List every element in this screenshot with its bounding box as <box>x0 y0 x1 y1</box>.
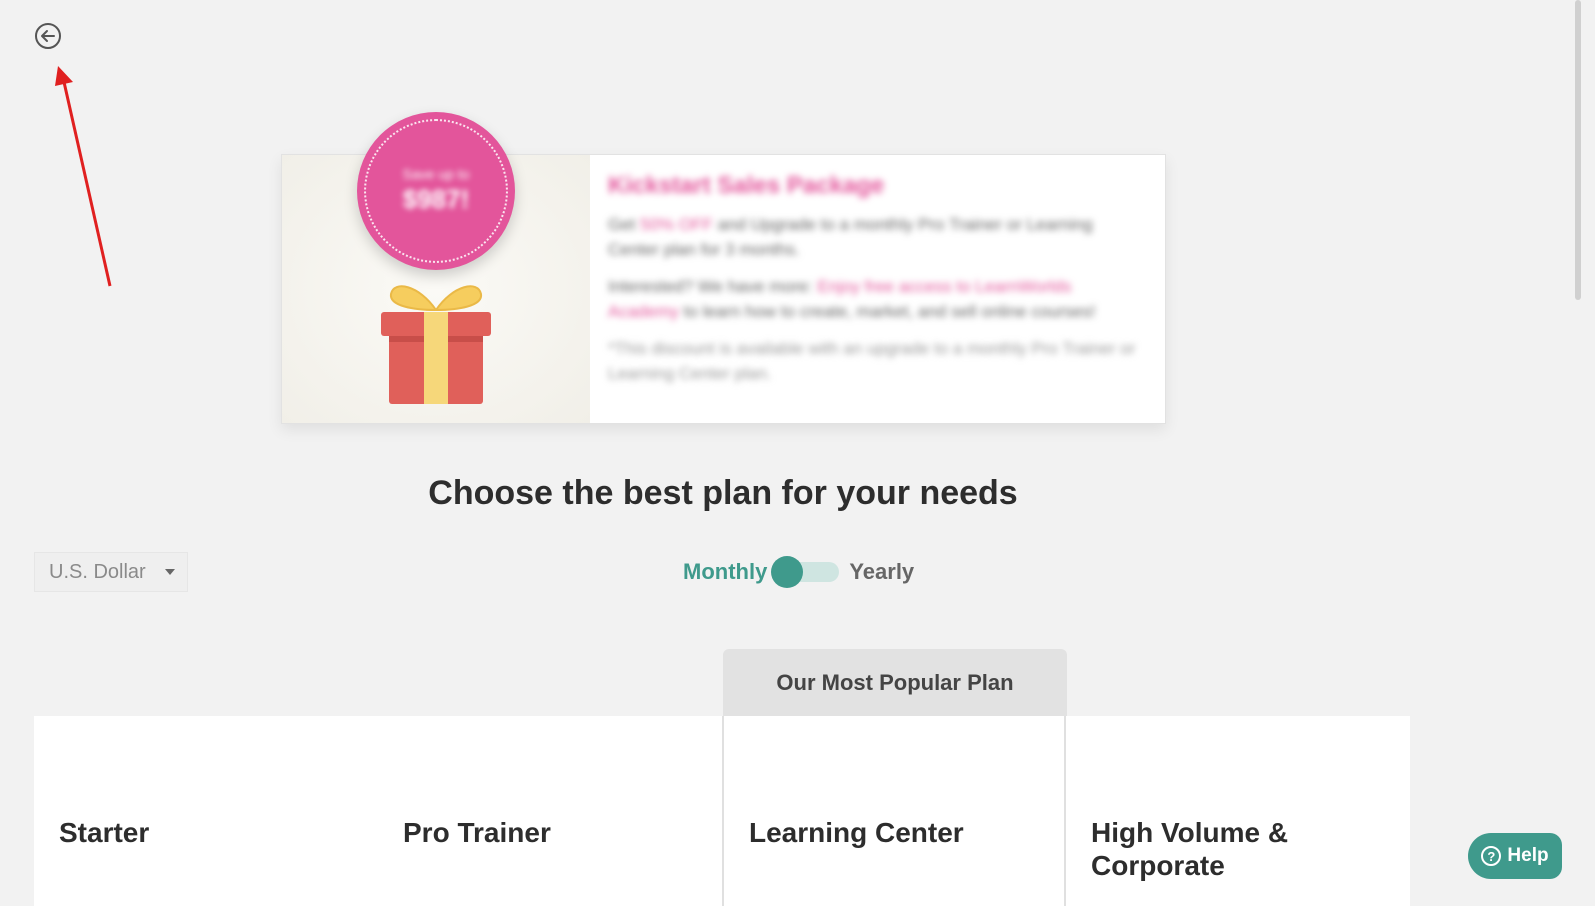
promo-badge: Save up to $987! <box>357 112 515 270</box>
billing-switch[interactable] <box>771 556 840 588</box>
billing-period-toggle: Monthly Yearly <box>683 556 914 588</box>
plan-name: Starter <box>59 817 150 848</box>
monthly-label[interactable]: Monthly <box>683 559 767 585</box>
promo-content: Kickstart Sales Package Get 50% OFF and … <box>590 155 1165 423</box>
plan-card-starter: Starter <box>34 716 378 906</box>
plan-card-learning-center: Learning Center <box>722 716 1066 906</box>
currency-select[interactable]: U.S. Dollar <box>34 552 188 592</box>
promo-title: Kickstart Sales Package <box>608 172 885 199</box>
yearly-label[interactable]: Yearly <box>849 559 914 585</box>
back-button[interactable] <box>34 22 62 50</box>
popular-plan-tab: Our Most Popular Plan <box>723 649 1067 717</box>
promo-illustration: Save up to $987! <box>282 112 590 423</box>
scrollbar-thumb[interactable] <box>1575 0 1581 300</box>
promo-badge-amount: $987! <box>402 184 470 215</box>
promo-badge-subtitle: Save up to <box>402 166 470 182</box>
promo-banner: Save up to $987! Kickstart Sales Package… <box>281 112 1166 424</box>
question-circle-icon: ? <box>1481 846 1502 866</box>
plan-card-pro-trainer: Pro Trainer <box>378 716 722 906</box>
plan-name: Pro Trainer <box>403 817 551 848</box>
page-title: Choose the best plan for your needs <box>428 474 1018 512</box>
promo-paragraph-1: Get 50% OFF and Upgrade to a monthly Pro… <box>608 215 1093 259</box>
help-label: Help <box>1507 845 1549 866</box>
promo-note: *This discount is available with an upgr… <box>608 339 1136 383</box>
caret-down-icon <box>165 569 175 575</box>
promo-paragraph-2: Interested? We have more: Enjoy free acc… <box>608 277 1096 321</box>
plan-name: Learning Center <box>749 817 964 848</box>
gift-icon <box>381 285 491 404</box>
plan-name: High Volume & Corporate <box>1091 817 1289 881</box>
annotation-arrow <box>55 66 112 287</box>
plan-card-high-volume: High Volume & Corporate <box>1066 716 1410 906</box>
plans-row: Starter Pro Trainer Learning Center High… <box>34 716 1410 906</box>
arrow-left-circle-icon <box>35 23 61 49</box>
switch-knob <box>771 556 804 588</box>
currency-selected-value: U.S. Dollar <box>49 560 146 583</box>
help-button[interactable]: ? Help <box>1468 833 1562 879</box>
page-scrollbar[interactable] <box>1567 0 1595 902</box>
